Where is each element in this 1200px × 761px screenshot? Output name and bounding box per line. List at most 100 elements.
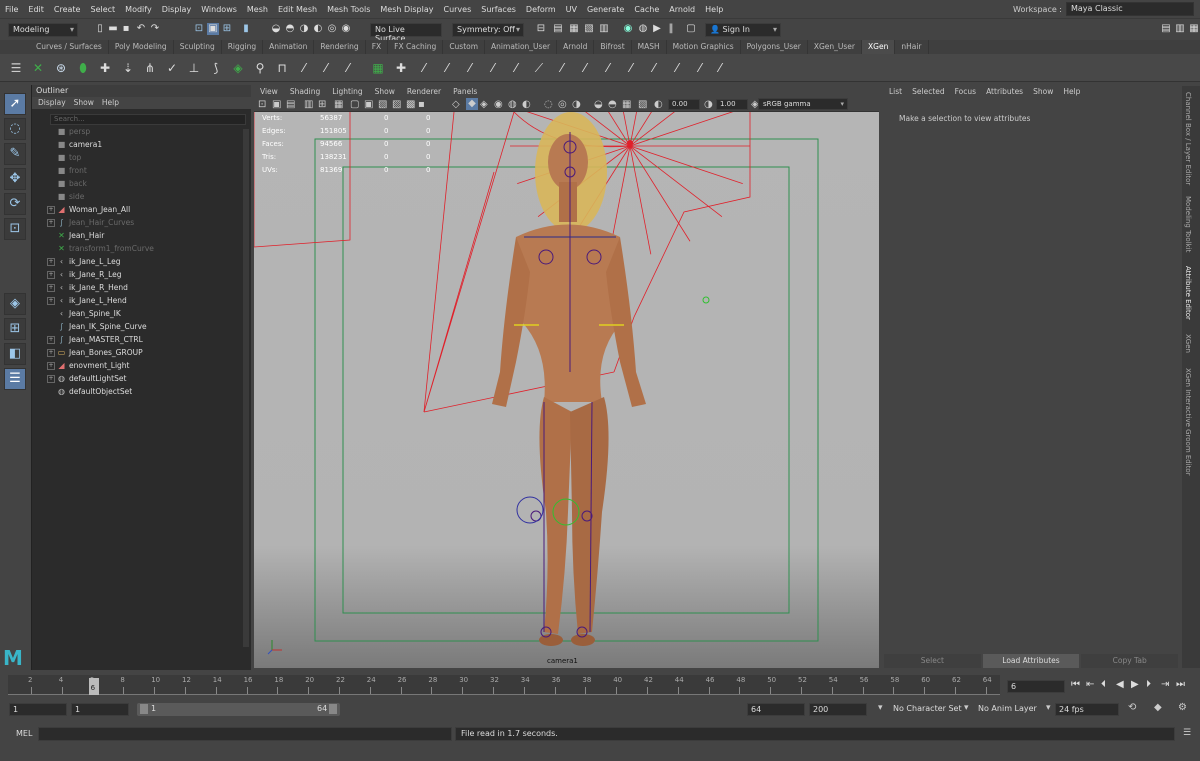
igs-grab-icon[interactable]: ⁄ [554,60,570,76]
range-slider[interactable]: 1 64 [137,703,340,716]
script-language-label[interactable]: MEL [16,729,32,738]
command-input[interactable] [38,727,452,741]
menu-create[interactable]: Create [49,5,86,14]
attr-menu-attributes[interactable]: Attributes [981,86,1028,98]
tab-channel-box[interactable]: Channel Box / Layer Editor [1184,92,1192,185]
shelf-tab-xgen-user[interactable]: XGen_User [808,40,863,54]
anim-layer-dropdown[interactable]: No Anim Layer [975,703,1051,716]
new-scene-icon[interactable]: ▯ [94,23,106,35]
shelf-tab-nhair[interactable]: nHair [895,40,929,54]
snap-surface-icon[interactable]: ◎ [326,23,338,35]
xgen-layers-icon[interactable]: ◈ [230,60,246,76]
range-slider-handle-right[interactable] [329,704,337,714]
xgen-brush-icon[interactable]: ⁄ [296,60,312,76]
sign-in-button[interactable]: 👤 Sign In ▾ [705,23,781,37]
play-forward-icon[interactable]: ▶ [1131,679,1139,690]
menu-cache[interactable]: Cache [629,5,664,14]
snap-point-icon[interactable]: ◑ [298,23,310,35]
snap-grid-icon[interactable]: ◒ [270,23,282,35]
outliner-item[interactable]: + ‹ ik_Jane_L_Leg [47,256,237,268]
xgen-coil-icon[interactable]: ⁄ [340,60,356,76]
shelf-tab-bifrost[interactable]: Bifrost [594,40,632,54]
use-all-lights-icon[interactable]: ◍ [508,99,517,110]
outliner-item[interactable]: ■ camera1 [47,139,237,151]
toggle-panel-icon[interactable]: ▢ [685,23,697,35]
xgen-cut-icon[interactable]: ⊓ [274,60,290,76]
xgen-grow-icon[interactable]: ✓ [164,60,180,76]
textured-icon[interactable]: ◉ [494,99,503,110]
outliner-item[interactable]: + ‹ ik_Jane_L_Hend [47,295,237,307]
step-back-frame-icon[interactable]: ⏴ [1101,679,1106,690]
menu-edit-mesh[interactable]: Edit Mesh [273,5,322,14]
shelf-tab-polygons-user[interactable]: Polygons_User [741,40,808,54]
menu-mesh-tools[interactable]: Mesh Tools [322,5,375,14]
smooth-shade-icon[interactable]: ◆ [466,98,478,110]
xgen-lock-icon[interactable]: ⊥ [186,60,202,76]
viewport[interactable]: Verts: 56387 0 0 Edges: 151805 0 0 Faces: 94566 0 0… [254,112,879,668]
expand-icon[interactable]: + [47,349,55,357]
expand-icon[interactable]: + [47,271,55,279]
snap-curve-icon[interactable]: ◓ [284,23,296,35]
igs-cut-icon[interactable]: ⁄ [600,60,616,76]
expand-icon[interactable]: + [47,362,55,370]
hypershade-icon[interactable]: ◍ [637,23,649,35]
open-scene-icon[interactable]: ▬ [107,23,119,35]
camera-attributes-icon[interactable]: ▣ [272,99,281,110]
expand-icon[interactable]: + [47,297,55,305]
menu-curves[interactable]: Curves [438,5,476,14]
four-view-layout-icon[interactable]: ⊞ [4,318,26,340]
playback-end-field[interactable]: 64 [747,703,805,716]
expand-icon[interactable]: + [47,206,55,214]
safe-action-icon[interactable]: ▩ [406,99,415,110]
snap-vertex-icon[interactable]: ◉ [340,23,352,35]
igs-part-icon[interactable]: ⟋ [531,60,547,76]
shelf-tab-custom[interactable]: Custom [443,40,486,54]
shelf-tab-motion-graphics[interactable]: Motion Graphics [667,40,741,54]
outliner-item[interactable]: + ◢ Woman_Jean_All [47,204,237,216]
outliner-menu-help[interactable]: Help [98,97,123,109]
igs-noise-icon[interactable]: ⁄ [623,60,639,76]
menu-modify[interactable]: Modify [120,5,157,14]
expand-icon[interactable]: + [47,336,55,344]
script-editor-icon[interactable]: ☰ [1183,728,1191,738]
outliner-item[interactable]: ◍ defaultObjectSet [47,386,237,398]
resolution-gate-icon[interactable]: ▣ [364,99,373,110]
select-button[interactable]: Select [884,654,981,668]
exposure-icon[interactable]: ◐ [654,99,663,110]
viewport-menu-show[interactable]: Show [369,86,401,98]
igs-comb-icon[interactable]: ⁄ [416,60,432,76]
toggle-modeling-toolkit-icon[interactable]: ▤ [1160,23,1172,35]
go-to-start-icon[interactable]: ⏮ [1071,679,1080,690]
time-slider[interactable]: 2 46 6 8 10 12 14 16 18 20 22 24 26 28 30 32 34 36 38 40 42 4… [8,675,1000,695]
anti-aliasing-icon[interactable]: ▦ [622,99,631,110]
igs-add-icon[interactable]: ✚ [393,60,409,76]
outliner-item[interactable]: + ‹ ik_Jane_R_Leg [47,269,237,281]
attr-menu-focus[interactable]: Focus [950,86,981,98]
toggle-attribute-editor-icon[interactable]: ▥ [1174,23,1186,35]
shelf-tab-mash[interactable]: MASH [632,40,667,54]
outliner-search-input[interactable]: Search... [50,114,246,125]
paint-select-tool-icon[interactable]: ✎ [4,143,26,165]
outliner-item[interactable]: ‹ Jean_Spine_IK [47,308,237,320]
xgen-sculpt-icon[interactable]: ⟆ [208,60,224,76]
igs-freeze-icon[interactable]: ⁄ [439,60,455,76]
shelf-tab-rigging[interactable]: Rigging [222,40,264,54]
chevron-down-icon[interactable]: ▾ [1046,703,1051,713]
igs-select-icon[interactable]: ⁄ [692,60,708,76]
menu-uv[interactable]: UV [561,5,582,14]
outliner-item[interactable]: ■ persp [47,126,237,138]
outliner-menu-show[interactable]: Show [70,97,98,109]
two-d-pan-icon[interactable]: ⊞ [318,99,326,110]
gamma-icon[interactable]: ◑ [704,99,713,110]
viewport-menu-shading[interactable]: Shading [284,86,326,98]
play-backward-icon[interactable]: ◀ [1116,679,1124,690]
xgen-clump-icon[interactable]: ⚲ [252,60,268,76]
xgen-place-guide-icon[interactable]: ⋔ [142,60,158,76]
attr-menu-selected[interactable]: Selected [907,86,950,98]
snap-view-icon[interactable]: ◐ [312,23,324,35]
xray-icon[interactable]: ◌ [544,99,553,110]
tab-modeling-toolkit[interactable]: Modeling Toolkit [1184,196,1192,252]
menuset-dropdown[interactable]: Modeling ▾ [8,23,78,37]
copy-tab-button[interactable]: Copy Tab [1081,654,1179,668]
bookmarks-icon[interactable]: ▤ [286,99,295,110]
